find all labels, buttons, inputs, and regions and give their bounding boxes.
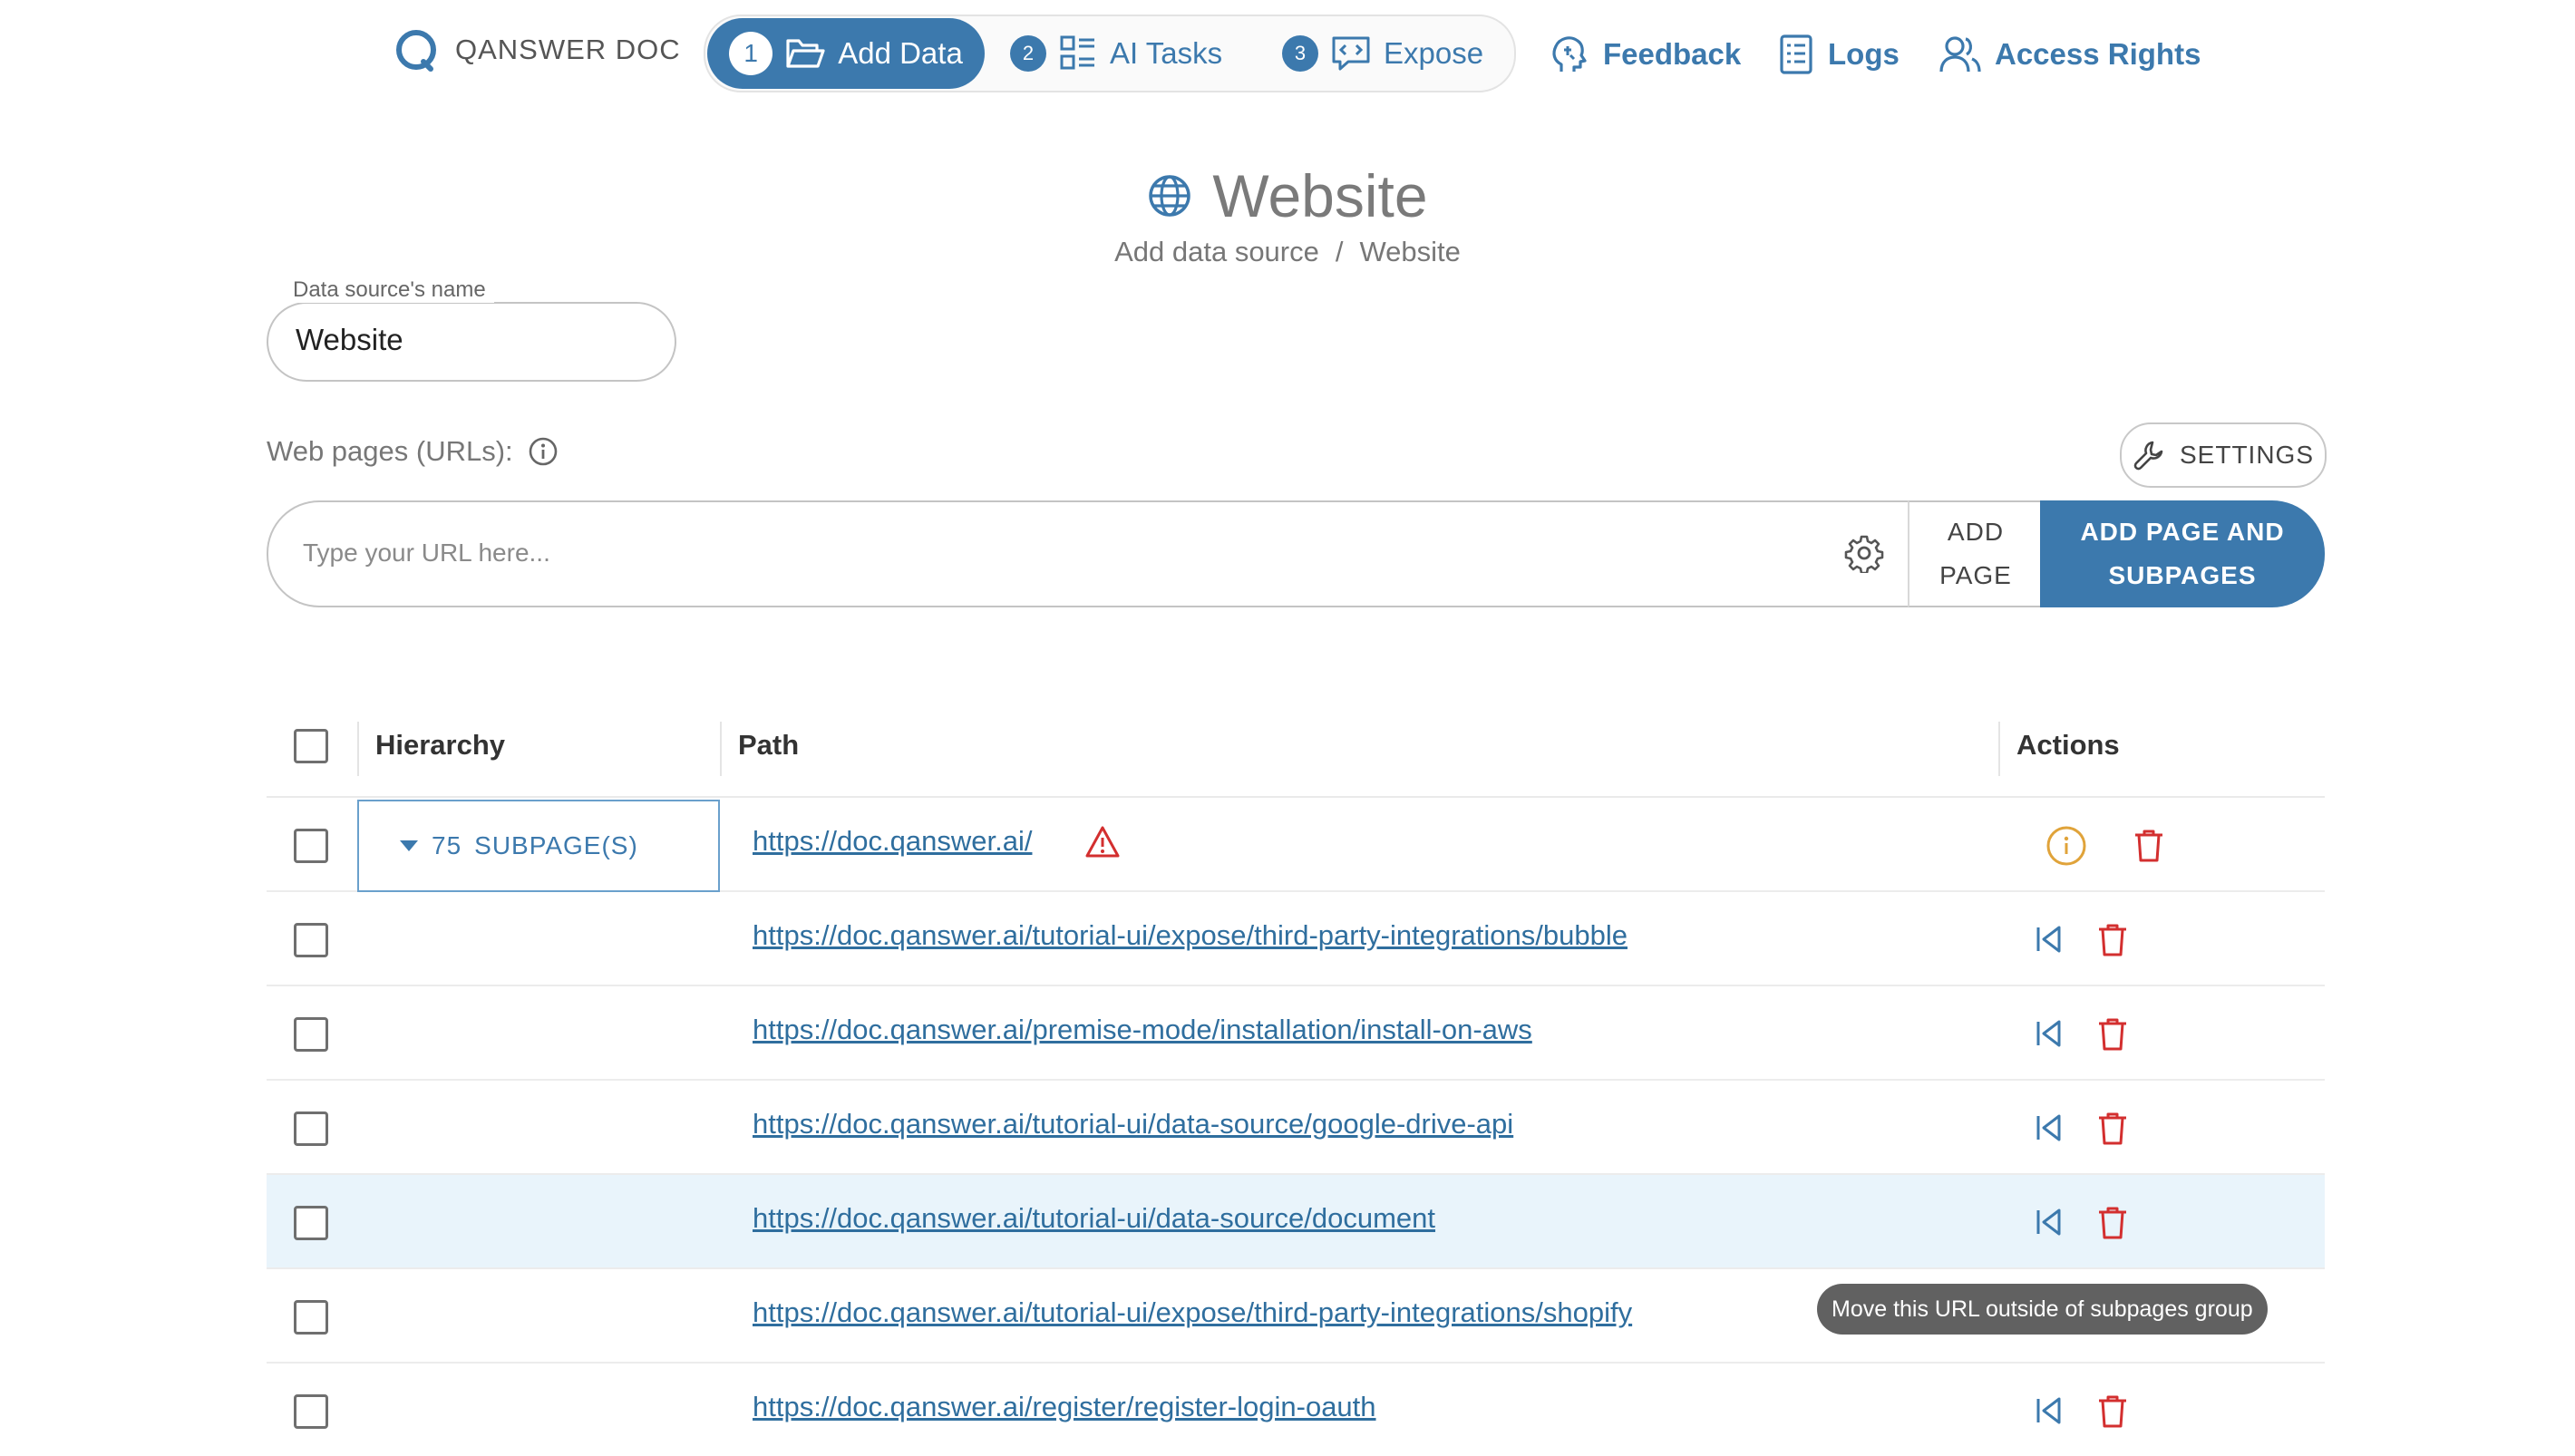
move-out-of-group-icon[interactable] bbox=[2035, 1396, 2064, 1425]
add-page-text: ADD PAGE bbox=[1939, 510, 2012, 597]
step-number: 2 bbox=[1010, 35, 1046, 72]
logs-list-icon bbox=[1780, 34, 1812, 74]
row-checkbox[interactable] bbox=[294, 1394, 328, 1429]
subpage-label: SUBPAGE(S) bbox=[474, 831, 638, 859]
brain-feedback-icon bbox=[1552, 36, 1587, 72]
column-divider bbox=[357, 722, 359, 776]
globe-icon bbox=[1149, 175, 1191, 217]
row-url[interactable]: https://doc.qanswer.ai/ bbox=[753, 825, 1032, 858]
table-row: https://doc.qanswer.ai/tutorial-ui/data-… bbox=[267, 1081, 2325, 1175]
breadcrumb-parent[interactable]: Add data source bbox=[1114, 236, 1319, 267]
row-checkbox[interactable] bbox=[294, 1111, 328, 1146]
web-pages-label: Web pages (URLs): bbox=[267, 435, 513, 467]
add-sub-line2: SUBPAGES bbox=[2108, 561, 2257, 589]
header-path[interactable]: Path bbox=[738, 729, 799, 762]
breadcrumb-separator: / bbox=[1335, 236, 1344, 267]
page-title: Website bbox=[1212, 162, 1428, 229]
table-row: https://doc.qanswer.ai/premise-mode/inst… bbox=[267, 986, 2325, 1081]
row-checkbox[interactable] bbox=[294, 1300, 328, 1335]
breadcrumb: Add data source / Website bbox=[0, 236, 2575, 268]
nav-logs[interactable]: Logs bbox=[1777, 27, 1900, 82]
row-checkbox[interactable] bbox=[294, 1206, 328, 1240]
add-page-and-subpages-button[interactable]: ADD PAGE AND SUBPAGES bbox=[2040, 500, 2325, 607]
header-hierarchy[interactable]: Hierarchy bbox=[375, 729, 505, 762]
move-out-of-group-icon[interactable] bbox=[2035, 925, 2064, 954]
step-number: 3 bbox=[1282, 35, 1318, 72]
nav-logs-label: Logs bbox=[1828, 37, 1900, 71]
tasks-list-icon bbox=[1060, 35, 1094, 70]
users-icon bbox=[1939, 36, 1981, 73]
nav-feedback-label: Feedback bbox=[1603, 37, 1742, 71]
warning-triangle-icon[interactable] bbox=[1084, 825, 1121, 859]
trash-icon[interactable] bbox=[2096, 1111, 2129, 1146]
qanswer-logo-icon bbox=[396, 30, 436, 72]
nav-feedback[interactable]: Feedback bbox=[1549, 27, 1741, 82]
table-header: Hierarchy Path Actions bbox=[267, 702, 2325, 798]
row-checkbox[interactable] bbox=[294, 1017, 328, 1052]
header-actions: Actions bbox=[2016, 729, 2120, 761]
add-subpages-text: ADD PAGE AND SUBPAGES bbox=[2080, 510, 2284, 597]
move-out-of-group-icon[interactable] bbox=[2035, 1208, 2064, 1237]
row-url[interactable]: https://doc.qanswer.ai/tutorial-ui/expos… bbox=[753, 919, 1628, 952]
subpages-group-toggle[interactable]: 75 SUBPAGE(S) bbox=[357, 800, 720, 892]
table-row: https://doc.qanswer.ai/tutorial-ui/expos… bbox=[267, 892, 2325, 986]
step-ai-tasks[interactable]: 2 AI Tasks bbox=[1010, 18, 1222, 89]
nav-access-rights[interactable]: Access Rights bbox=[1939, 27, 2201, 82]
step-number: 1 bbox=[729, 32, 773, 75]
urls-table: Hierarchy Path Actions 75 SUBPAGE(S) htt… bbox=[267, 702, 2325, 1456]
row-url[interactable]: https://doc.qanswer.ai/tutorial-ui/data-… bbox=[753, 1202, 1435, 1235]
web-pages-label-row: Web pages (URLs): bbox=[267, 435, 559, 468]
add-sub-line1: ADD PAGE AND bbox=[2080, 518, 2285, 546]
move-out-of-group-icon[interactable] bbox=[2035, 1113, 2064, 1142]
info-icon[interactable] bbox=[528, 436, 559, 467]
table-row: https://doc.qanswer.ai/register/register… bbox=[267, 1364, 2325, 1456]
row-url[interactable]: https://doc.qanswer.ai/tutorial-ui/data-… bbox=[753, 1108, 1513, 1141]
step-label: Add Data bbox=[838, 36, 963, 70]
data-source-name-label: Data source's name bbox=[285, 277, 494, 303]
data-source-name-input[interactable] bbox=[296, 319, 640, 361]
url-input[interactable] bbox=[303, 535, 1808, 571]
wrench-icon bbox=[2133, 441, 2163, 471]
app-title: QANSWER DOC bbox=[455, 34, 681, 65]
trash-icon[interactable] bbox=[2096, 1394, 2129, 1429]
workflow-stepper: 1 Add Data 2 AI Tasks 3 Expose bbox=[704, 15, 1516, 92]
move-out-of-group-icon[interactable] bbox=[2035, 1019, 2064, 1048]
breadcrumb-current: Website bbox=[1359, 236, 1461, 267]
nav-access-rights-label: Access Rights bbox=[1995, 37, 2201, 71]
subpage-count: 75 bbox=[432, 831, 462, 859]
row-url[interactable]: https://doc.qanswer.ai/tutorial-ui/expos… bbox=[753, 1296, 1632, 1329]
trash-icon[interactable] bbox=[2096, 923, 2129, 957]
settings-button[interactable]: SETTINGS bbox=[2120, 422, 2327, 488]
trash-icon[interactable] bbox=[2096, 1206, 2129, 1240]
step-add-data[interactable]: 1 Add Data bbox=[707, 18, 985, 89]
chat-code-icon bbox=[1332, 36, 1370, 71]
column-divider bbox=[720, 722, 722, 776]
row-checkbox[interactable] bbox=[294, 923, 328, 957]
add-page-button[interactable]: ADD PAGE bbox=[1908, 500, 2042, 607]
trash-icon[interactable] bbox=[2133, 829, 2165, 863]
step-expose[interactable]: 3 Expose bbox=[1282, 18, 1483, 89]
row-url[interactable]: https://doc.qanswer.ai/premise-mode/inst… bbox=[753, 1014, 1532, 1046]
add-page-line2: PAGE bbox=[1939, 561, 2012, 589]
folder-open-icon bbox=[786, 39, 825, 68]
trash-icon[interactable] bbox=[2096, 1017, 2129, 1052]
step-label: AI Tasks bbox=[1110, 36, 1223, 70]
table-row: 75 SUBPAGE(S) https://doc.qanswer.ai/ bbox=[267, 798, 2325, 892]
row-checkbox[interactable] bbox=[294, 829, 328, 863]
step-label: Expose bbox=[1384, 36, 1484, 70]
select-all-checkbox[interactable] bbox=[294, 729, 328, 763]
app-logo[interactable]: QANSWER DOC bbox=[394, 27, 681, 73]
settings-label: SETTINGS bbox=[2179, 441, 2314, 469]
table-row: https://doc.qanswer.ai/tutorial-ui/data-… bbox=[267, 1175, 2325, 1269]
info-circle-icon[interactable] bbox=[2045, 825, 2087, 867]
page-header: Website bbox=[0, 161, 2575, 230]
row-url[interactable]: https://doc.qanswer.ai/register/register… bbox=[753, 1391, 1376, 1423]
caret-down-icon bbox=[400, 840, 418, 851]
move-url-tooltip: Move this URL outside of subpages group bbox=[1817, 1284, 2268, 1335]
gear-icon[interactable] bbox=[1844, 533, 1884, 573]
column-divider bbox=[1998, 722, 2000, 776]
add-page-line1: ADD bbox=[1947, 518, 2005, 546]
